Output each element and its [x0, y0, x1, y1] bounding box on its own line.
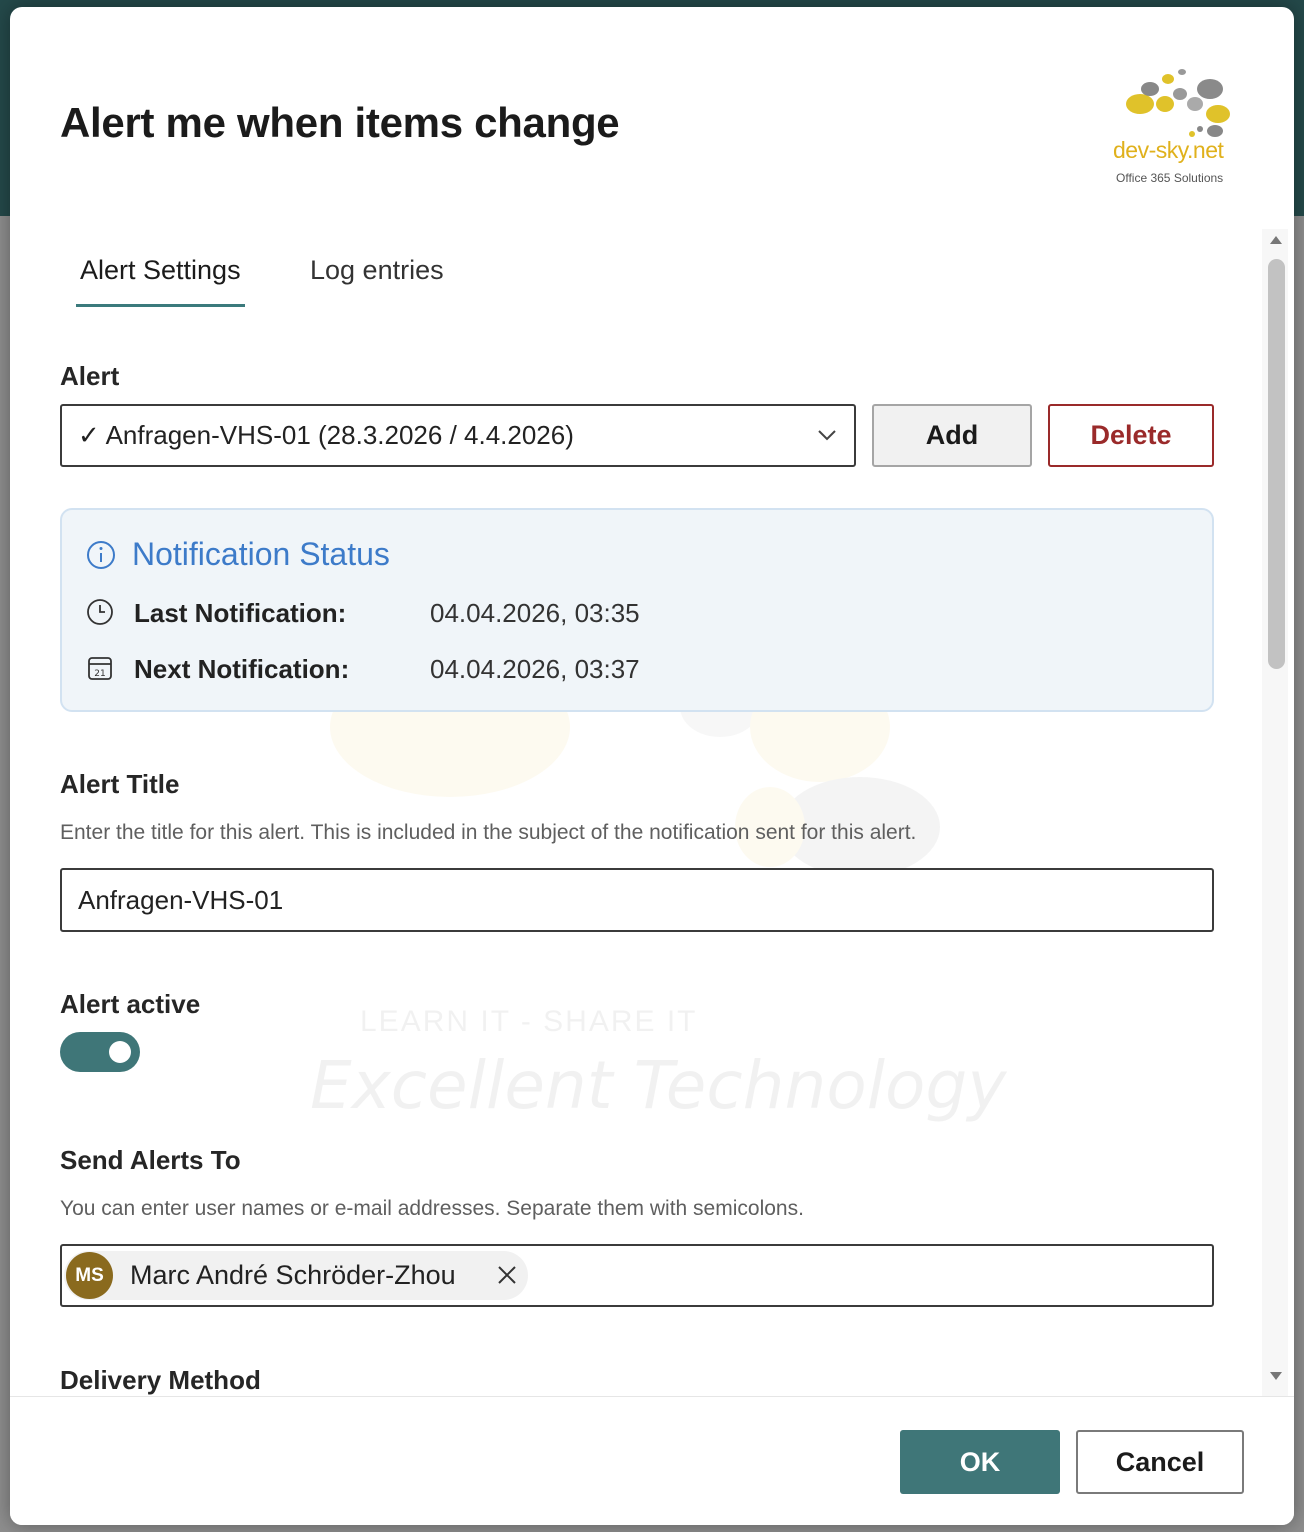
clock-icon — [87, 599, 113, 625]
next-notification-value: 04.04.2026, 03:37 — [430, 654, 640, 684]
tab-alert-settings[interactable]: Alert Settings — [76, 247, 245, 307]
svg-text:21: 21 — [94, 669, 105, 679]
calendar-icon: 21 — [88, 657, 112, 680]
notification-status-panel: Notification Status Last Notification: 0… — [60, 508, 1214, 712]
avatar: MS — [66, 1252, 113, 1299]
last-notification-value: 04.04.2026, 03:35 — [430, 598, 640, 628]
logo-subtitle: Office 365 Solutions — [1116, 171, 1224, 185]
tab-log-entries[interactable]: Log entries — [306, 247, 448, 307]
alert-dialog: LEARN IT - SHARE IT Excellent Technology… — [10, 7, 1294, 1525]
watermark-tagline: LEARN IT - SHARE IT — [360, 1005, 698, 1038]
alert-active-label: Alert active — [60, 989, 201, 1019]
people-picker[interactable]: MS Marc André Schröder-Zhou — [60, 1244, 1214, 1307]
next-notification-label: Next Notification: — [134, 654, 350, 684]
alert-select-value: ✓ Anfragen-VHS-01 (28.3.2026 / 4.4.2026) — [78, 420, 574, 450]
logo-text: dev-sky.net — [1113, 137, 1224, 163]
last-notification-label: Last Notification: — [134, 598, 347, 628]
alert-title-input[interactable]: Anfragen-VHS-01 — [60, 868, 1214, 932]
alert-title-description: Enter the title for this alert. This is … — [60, 821, 917, 844]
toggle-knob — [109, 1041, 131, 1063]
alert-label: Alert — [60, 361, 120, 391]
scrollbar-thumb[interactable] — [1268, 259, 1285, 669]
close-icon[interactable] — [494, 1262, 520, 1288]
alert-title-value: Anfragen-VHS-01 — [78, 884, 284, 915]
cancel-button[interactable]: Cancel — [1076, 1430, 1244, 1494]
delivery-method-label: Delivery Method — [60, 1365, 261, 1395]
chevron-down-icon — [818, 430, 836, 441]
alert-active-toggle[interactable] — [60, 1032, 140, 1072]
dialog-title: Alert me when items change — [60, 99, 620, 146]
ok-button[interactable]: OK — [900, 1430, 1060, 1494]
notification-status-title: Notification Status — [132, 536, 390, 572]
info-icon — [87, 541, 115, 569]
scroll-up-arrow-icon[interactable] — [1269, 233, 1283, 247]
person-chip[interactable]: MS Marc André Schröder-Zhou — [64, 1251, 528, 1300]
alert-select[interactable]: ✓ Anfragen-VHS-01 (28.3.2026 / 4.4.2026) — [60, 404, 856, 467]
send-alerts-to-description: You can enter user names or e-mail addre… — [60, 1197, 804, 1220]
watermark-slogan: Excellent Technology — [310, 1047, 1007, 1124]
scroll-down-arrow-icon[interactable] — [1269, 1369, 1283, 1383]
delete-alert-button[interactable]: Delete — [1048, 404, 1214, 467]
person-name: Marc André Schröder-Zhou — [130, 1260, 456, 1290]
alert-title-label: Alert Title — [60, 769, 180, 799]
send-alerts-to-label: Send Alerts To — [60, 1145, 241, 1175]
add-alert-button[interactable]: Add — [872, 404, 1032, 467]
